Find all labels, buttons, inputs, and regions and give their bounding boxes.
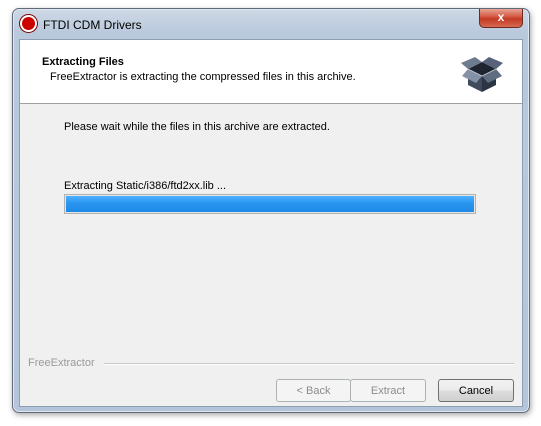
app-icon bbox=[22, 17, 35, 30]
dialog-client-area: Extracting Files FreeExtractor is extrac… bbox=[19, 39, 523, 407]
extract-status-text: Extracting Static/i386/ftd2xx.lib ... bbox=[64, 180, 227, 192]
brand-label: FreeExtractor bbox=[28, 357, 99, 369]
header-panel: Extracting Files FreeExtractor is extrac… bbox=[20, 40, 522, 104]
title-bar[interactable]: FTDI CDM Drivers x bbox=[13, 9, 529, 39]
open-box-icon bbox=[461, 57, 503, 92]
extraction-progress-bar bbox=[64, 194, 476, 214]
wait-message: Please wait while the files in this arch… bbox=[64, 121, 330, 133]
header-title: Extracting Files bbox=[42, 56, 124, 68]
header-subtitle: FreeExtractor is extracting the compress… bbox=[50, 71, 356, 83]
extract-button[interactable]: Extract bbox=[350, 379, 426, 402]
footer-divider bbox=[104, 363, 514, 365]
cancel-button[interactable]: Cancel bbox=[438, 379, 514, 402]
back-button[interactable]: < Back bbox=[276, 379, 351, 402]
window-title: FTDI CDM Drivers bbox=[43, 18, 142, 32]
progress-fill bbox=[66, 196, 474, 212]
installer-window: FTDI CDM Drivers x Extracting Files Free… bbox=[12, 8, 530, 413]
close-button[interactable]: x bbox=[479, 9, 523, 28]
